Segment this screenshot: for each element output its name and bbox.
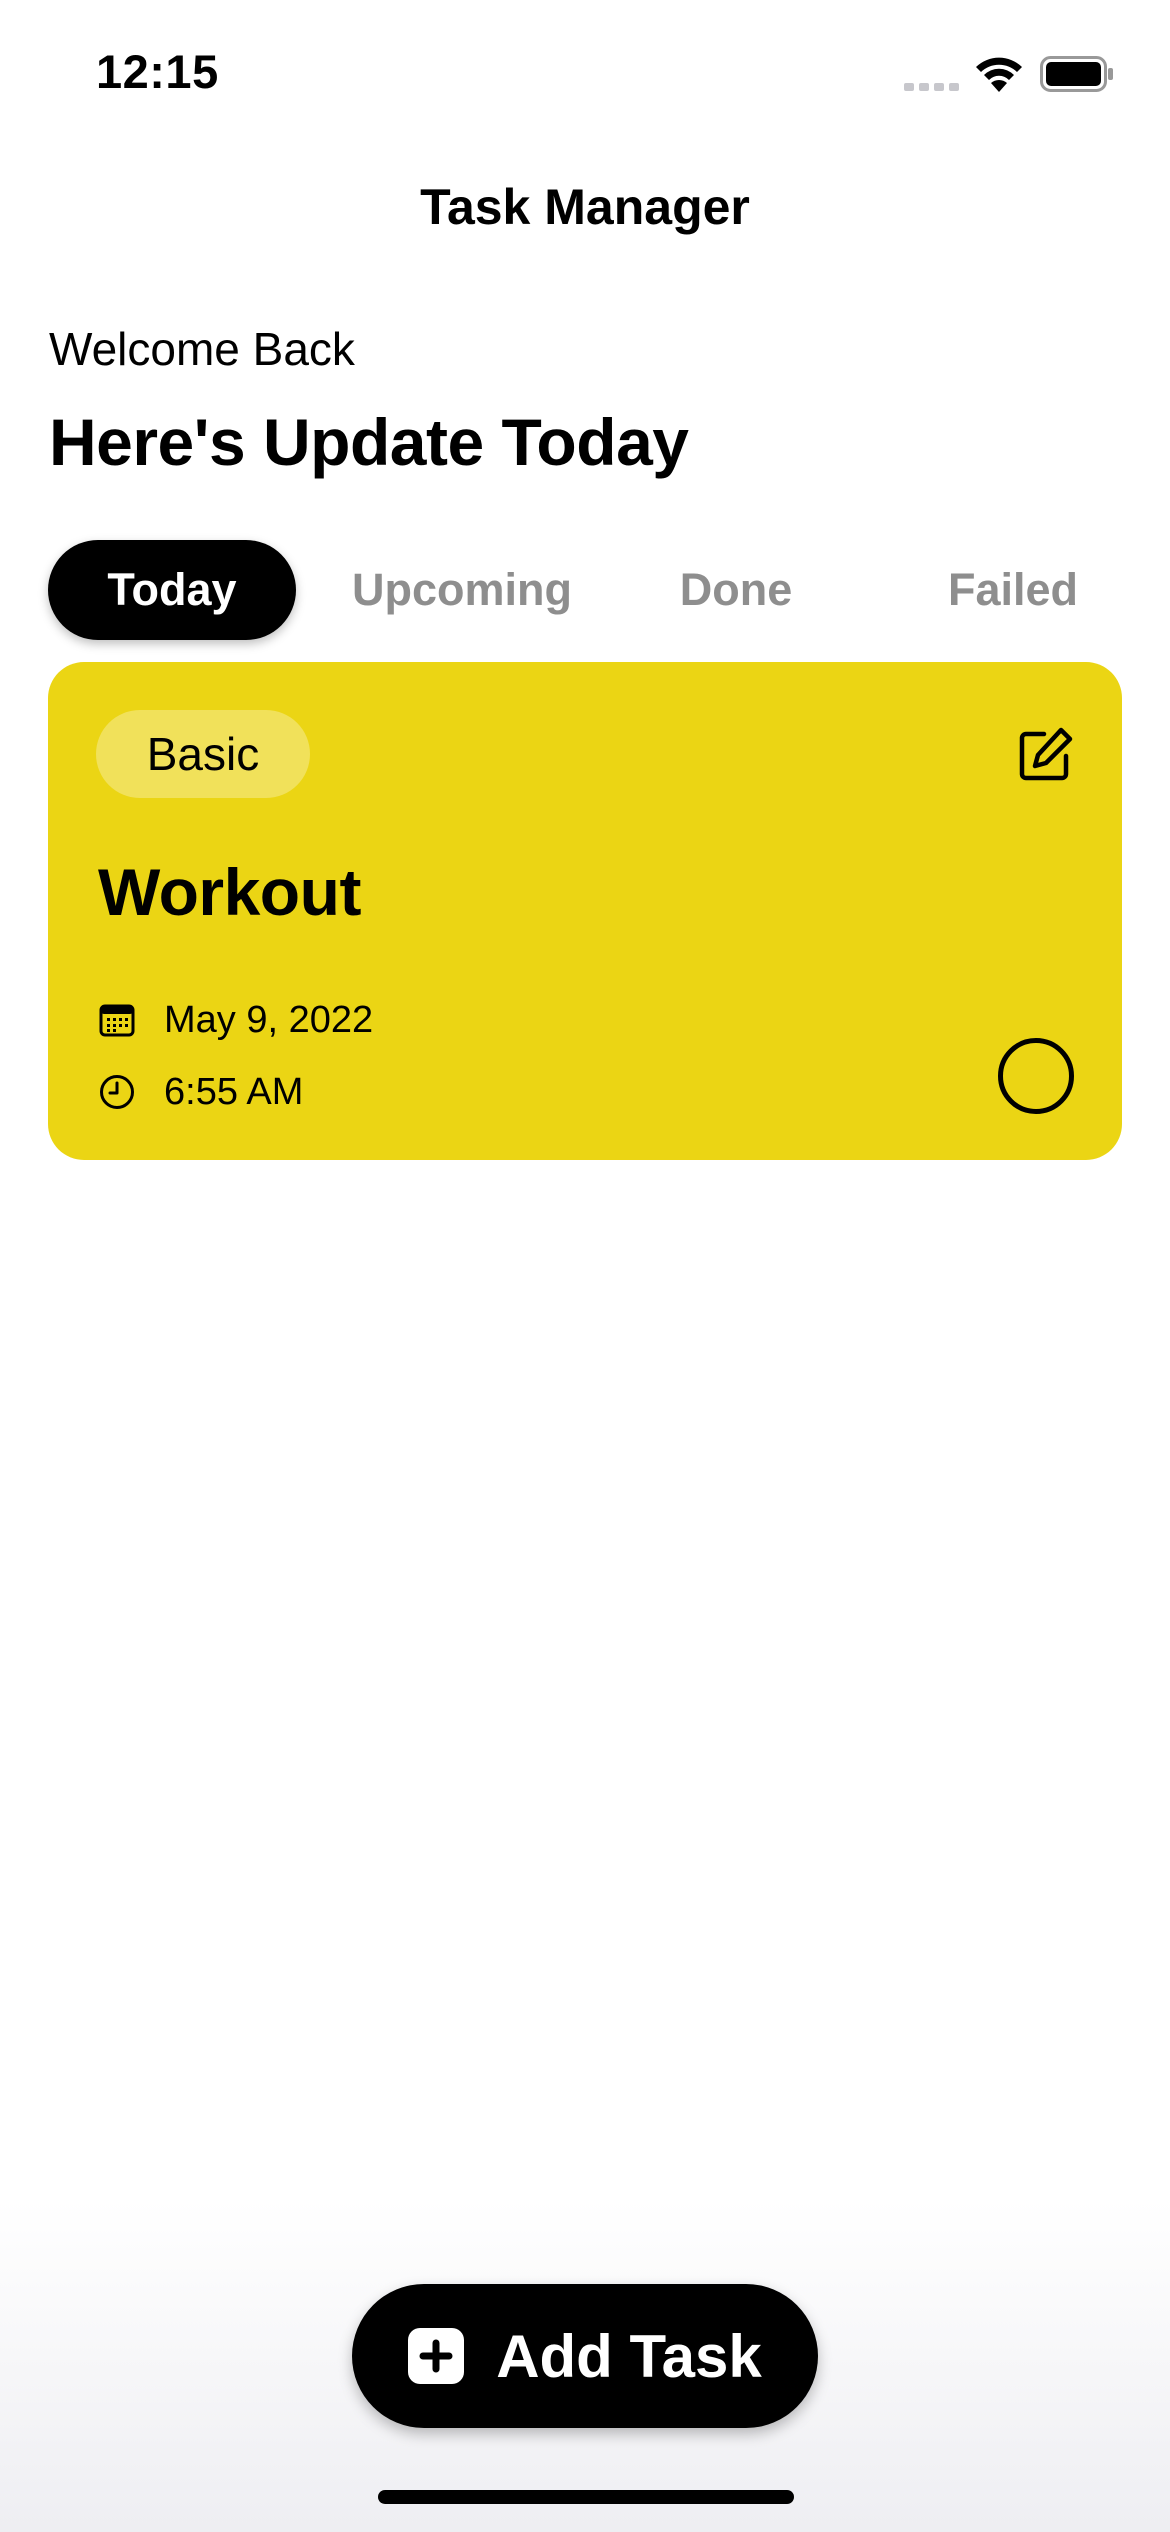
add-task-button[interactable]: Add Task [352,2284,818,2428]
home-indicator[interactable] [378,2490,794,2504]
status-time: 12:15 [96,45,219,98]
tab-failed[interactable]: Failed [904,540,1122,640]
category-badge: Basic [96,710,310,798]
filter-tabs: Today Upcoming Done Failed [48,540,1122,640]
plus-square-icon [408,2328,465,2384]
edit-icon[interactable] [1014,724,1076,786]
add-task-label: Add Task [496,2322,762,2390]
task-date-row: May 9, 2022 [98,994,373,1046]
complete-checkbox[interactable] [998,1038,1074,1114]
tab-upcoming[interactable]: Upcoming [324,540,600,640]
task-date: May 9, 2022 [164,998,374,1041]
task-card[interactable]: Basic Workout May 9, 2022 6:55 AM [48,662,1122,1160]
page-title: Task Manager [420,179,750,235]
task-title: Workout [98,855,361,929]
wifi-icon [976,57,1022,92]
calendar-icon [99,1004,135,1037]
status-bar: 12:15 [0,0,1170,150]
tab-done[interactable]: Done [636,540,836,640]
headline: Here's Update Today [49,405,689,479]
task-time: 6:55 AM [164,1070,304,1113]
battery-icon [1040,56,1113,92]
tab-today[interactable]: Today [48,540,296,640]
task-time-row: 6:55 AM [98,1066,303,1118]
clock-icon [100,1075,134,1109]
welcome-text: Welcome Back [49,323,355,375]
signal-icon [904,83,959,91]
